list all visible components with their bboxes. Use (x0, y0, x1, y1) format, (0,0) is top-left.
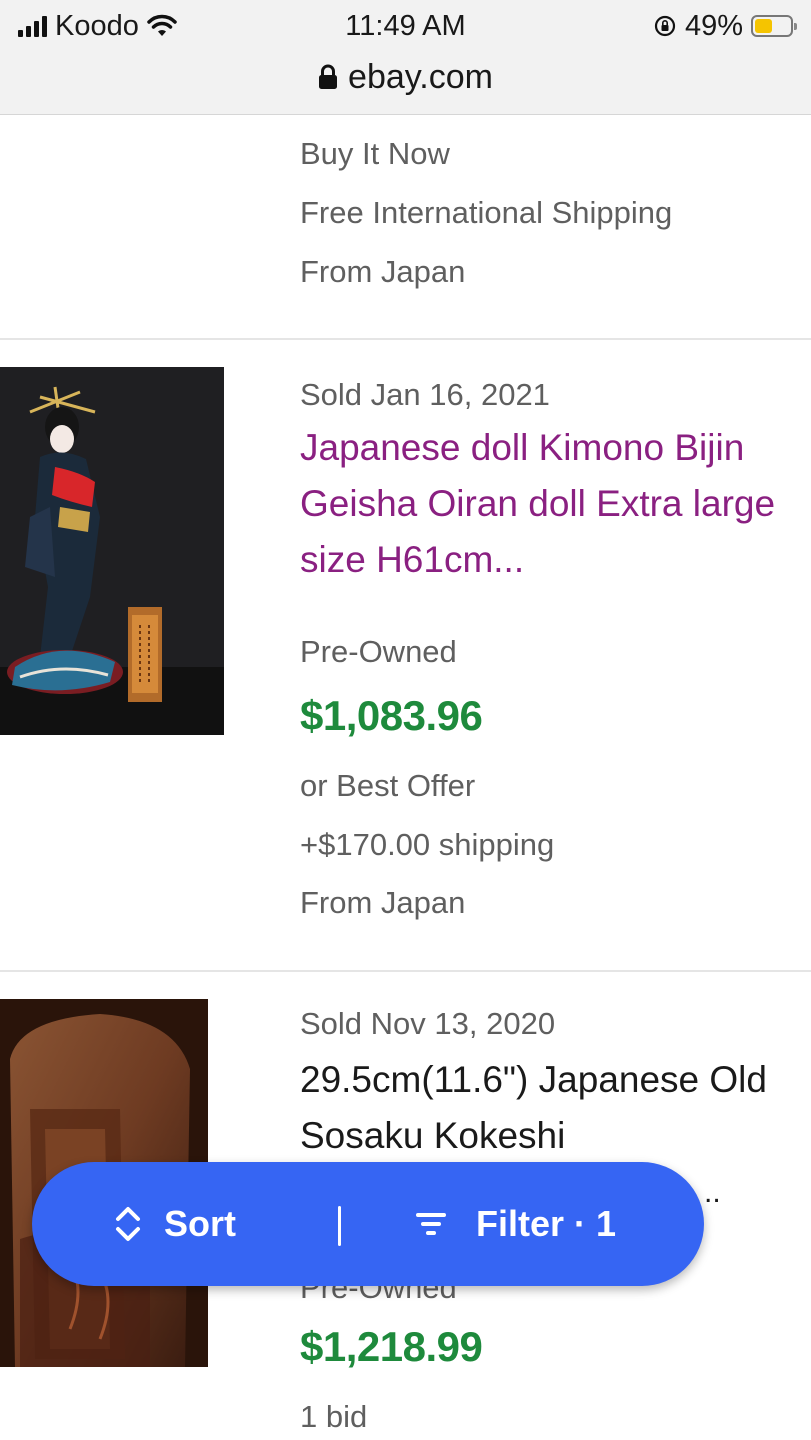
geisha-doll-image (0, 367, 224, 735)
item-price: $1,218.99 (300, 1323, 483, 1370)
listing-title-link[interactable]: Japanese doll Kimono Bijin Geisha Oiran … (300, 420, 799, 588)
shipping-cost: +$170.00 shipping (300, 827, 555, 862)
item-condition: Pre-Owned (300, 634, 457, 669)
listing-title-link[interactable]: 29.5cm(11.6") Japanese Old Sosaku Kokesh… (300, 1052, 781, 1164)
filter-button[interactable]: Filter · 1 (416, 1162, 616, 1286)
orientation-lock-icon (654, 15, 676, 37)
status-bar-right: 49% (653, 8, 797, 44)
filter-count-badge: · 1 (574, 1203, 617, 1244)
url-domain: ebay.com (348, 57, 493, 96)
battery-percent: 49% (684, 9, 743, 42)
item-location: From Japan (300, 885, 466, 920)
lock-icon (319, 64, 338, 89)
sort-filter-bar: Sort Filter · 1 (32, 1162, 704, 1286)
best-offer-label: or Best Offer (300, 768, 476, 803)
item-location: From Japan (300, 254, 466, 289)
listing-thumbnail[interactable] (0, 367, 224, 735)
listing-item[interactable]: Sold Jan 16, 2021 Japanese doll Kimono B… (0, 340, 811, 970)
item-price: $1,083.96 (300, 692, 483, 739)
ebay-mobile-screen: Koodo 11:49 AM 49% ebay.com Buy It Now F… (0, 0, 811, 1440)
filter-icon (416, 1213, 446, 1235)
sold-date: Sold Jan 16, 2021 (300, 377, 550, 412)
buy-it-now-label: Buy It Now (300, 136, 450, 171)
browser-top-bar: Koodo 11:49 AM 49% ebay.com (0, 0, 811, 115)
bid-count: 1 bid (300, 1399, 368, 1434)
sort-chevrons-icon (116, 1207, 140, 1241)
filter-label: Filter (476, 1203, 565, 1244)
sort-label: Sort (164, 1203, 236, 1244)
listing-item[interactable]: Buy It Now Free International Shipping F… (0, 114, 811, 340)
shipping-info: Free International Shipping (300, 195, 673, 230)
sold-date: Sold Nov 13, 2020 (300, 1006, 556, 1041)
battery-icon (751, 15, 797, 37)
pill-separator (338, 1206, 341, 1246)
address-bar[interactable]: ebay.com (0, 54, 811, 100)
sort-button[interactable]: Sort (114, 1162, 236, 1286)
title-overflow-dots: .. (704, 1176, 721, 1209)
